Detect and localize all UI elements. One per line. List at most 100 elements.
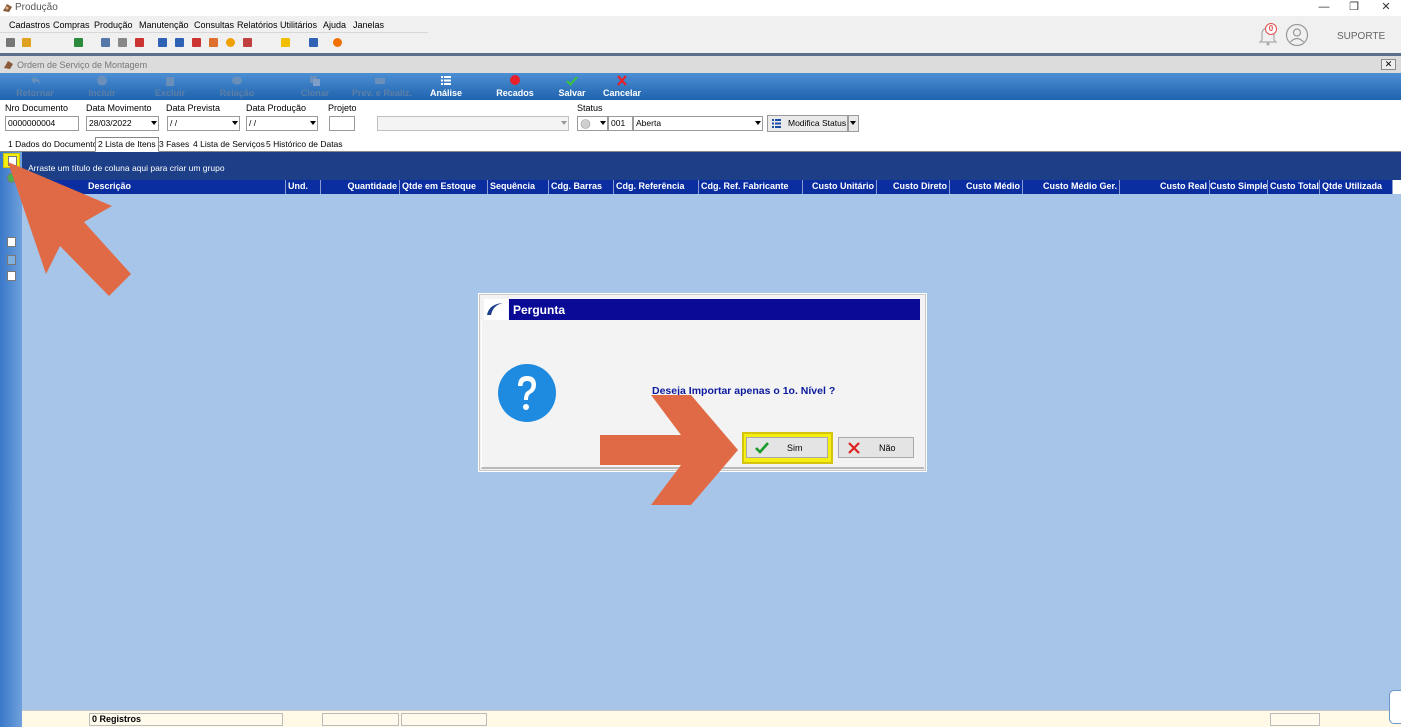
column-custo-direto[interactable]: Custo Direto <box>877 180 950 194</box>
data-prevista-field[interactable]: / / <box>167 116 240 131</box>
column-custo-total[interactable]: Custo Total <box>1268 180 1320 194</box>
document-icon[interactable] <box>7 237 16 247</box>
projeto-description-field[interactable] <box>377 116 569 131</box>
chevron-down-icon[interactable] <box>850 121 856 125</box>
no-button[interactable]: Não <box>838 437 914 458</box>
relacao-button[interactable]: Relação <box>209 75 265 99</box>
notification-badge: 0 <box>1265 23 1277 35</box>
power-icon[interactable] <box>333 38 342 47</box>
menu-utilitarios[interactable]: Utilitários <box>280 20 317 30</box>
cart-icon[interactable] <box>74 38 83 47</box>
column-sequencia[interactable]: Sequência <box>488 180 549 194</box>
new-document-icon[interactable] <box>7 271 16 281</box>
menu-janelas[interactable]: Janelas <box>353 20 384 30</box>
chevron-down-icon[interactable] <box>755 121 761 125</box>
return-icon <box>31 76 40 84</box>
form-icon <box>4 61 13 69</box>
menu-producao[interactable]: Produção <box>94 20 133 30</box>
modifica-status-dropdown[interactable] <box>848 115 859 132</box>
column-custo-medio-ger[interactable]: Custo Médio Ger. <box>1023 180 1120 194</box>
column-cdg-ref-fabricante[interactable]: Cdg. Ref. Fabricante <box>699 180 803 194</box>
tab-lista-servicos[interactable]: 4 Lista de Serviços <box>191 138 267 152</box>
close-button[interactable]: ✕ <box>1369 0 1401 16</box>
salvar-button[interactable]: Salvar <box>544 75 600 99</box>
projeto-code-field[interactable] <box>329 116 355 131</box>
tab-lista-itens[interactable]: 2 Lista de Itens <box>95 137 159 152</box>
minimize-button[interactable]: — <box>1307 0 1341 16</box>
column-custo-simples[interactable]: Custo Simples <box>1210 180 1268 194</box>
grid-icon[interactable] <box>7 255 16 265</box>
chevron-down-icon[interactable] <box>151 121 157 125</box>
maximize-button[interactable]: ❐ <box>1337 0 1371 16</box>
retornar-button[interactable]: Retornar <box>7 75 63 99</box>
excluir-button[interactable]: Excluir <box>142 75 198 99</box>
tab-fases[interactable]: 3 Fases <box>157 138 191 152</box>
incluir-button[interactable]: Incluir <box>74 75 130 99</box>
column-cdg-barras[interactable]: Cdg. Barras <box>549 180 614 194</box>
yes-button[interactable]: Sim <box>746 437 828 458</box>
building-icon[interactable] <box>243 38 252 47</box>
green-status-icon[interactable] <box>7 173 16 183</box>
side-panel-tab[interactable] <box>1389 690 1401 724</box>
chevron-down-icon[interactable] <box>232 121 238 125</box>
form-close-button[interactable]: ✕ <box>1381 59 1396 70</box>
chevron-down-icon[interactable] <box>561 121 567 125</box>
clock-icon[interactable] <box>226 38 235 47</box>
menu-consultas[interactable]: Consultas <box>194 20 234 30</box>
column-qtde-estoque[interactable]: Qtde em Estoque <box>400 180 488 194</box>
star-icon[interactable] <box>281 38 290 47</box>
column-cdg-referencia[interactable]: Cdg. Referência <box>614 180 699 194</box>
menu-cadastros[interactable]: Cadastros <box>9 20 50 30</box>
group-by-panel[interactable]: Arraste um título de coluna aqui para cr… <box>22 152 1401 180</box>
document-header-fields: Nro Documento 0000000004 Data Movimento … <box>0 100 1401 136</box>
status-code-field[interactable]: 001 <box>608 116 633 131</box>
recados-button[interactable]: Recados <box>487 75 543 99</box>
chevron-down-icon[interactable] <box>600 121 606 125</box>
print-icon[interactable] <box>118 38 127 47</box>
column-custo-unitario[interactable]: Custo Unitário <box>803 180 877 194</box>
register-icon[interactable] <box>135 38 144 47</box>
save-icon[interactable] <box>6 38 15 47</box>
column-quantidade[interactable]: Quantidade <box>321 180 400 194</box>
column-qtde-utilizada[interactable]: Qtde Utilizada <box>1320 180 1393 194</box>
monitor-icon[interactable] <box>158 38 167 47</box>
status-color-picker[interactable] <box>577 116 608 131</box>
menu-relatorios[interactable]: Relatórios <box>237 20 278 30</box>
modifica-status-button[interactable]: Modifica Status <box>767 115 848 132</box>
prev-realiz-button[interactable]: Prev. e Realiz. <box>352 75 412 99</box>
analise-button[interactable]: Análise <box>418 75 474 99</box>
report-icon[interactable] <box>192 38 201 47</box>
status-color-icon <box>580 119 591 129</box>
data-producao-field[interactable]: / / <box>246 116 318 131</box>
import-file-icon[interactable] <box>8 156 17 166</box>
column-descricao[interactable]: Descrição <box>86 180 286 194</box>
close-icon <box>848 442 860 454</box>
data-prevista-label: Data Prevista <box>166 103 221 113</box>
data-producao-label: Data Produção <box>246 103 307 113</box>
cancelar-button[interactable]: Cancelar <box>594 75 650 99</box>
tab-historico-datas[interactable]: 5 Histórico de Datas <box>264 138 345 152</box>
status-cell-3 <box>1270 713 1320 726</box>
status-field[interactable]: Aberta <box>633 116 763 131</box>
tab-dados-documento[interactable]: 1 Dados do Documento <box>6 138 99 152</box>
column-custo-real[interactable]: Custo Real <box>1120 180 1210 194</box>
grid-side-toolbar <box>0 152 22 727</box>
calculator-icon[interactable] <box>175 38 184 47</box>
question-dialog: Pergunta Deseja Importar apenas o 1o. Ní… <box>479 294 926 471</box>
clonar-button[interactable]: Clonar <box>287 75 343 99</box>
info-icon[interactable] <box>309 38 318 47</box>
menu-compras[interactable]: Compras <box>53 20 90 30</box>
menu-manutencao[interactable]: Manutenção <box>139 20 189 30</box>
chart-icon[interactable] <box>209 38 218 47</box>
form-title: Ordem de Serviço de Montagem <box>17 60 148 70</box>
column-custo-medio[interactable]: Custo Médio <box>950 180 1023 194</box>
nro-documento-field[interactable]: 0000000004 <box>5 116 79 131</box>
user-avatar-icon[interactable] <box>1285 23 1309 47</box>
data-movimento-field[interactable]: 28/03/2022 <box>86 116 159 131</box>
user-name[interactable]: SUPORTE <box>1337 31 1385 42</box>
menu-ajuda[interactable]: Ajuda <box>323 20 346 30</box>
folder-icon[interactable] <box>22 38 31 47</box>
chevron-down-icon[interactable] <box>310 121 316 125</box>
column-und[interactable]: Und. <box>286 180 321 194</box>
upload-icon[interactable] <box>101 38 110 47</box>
